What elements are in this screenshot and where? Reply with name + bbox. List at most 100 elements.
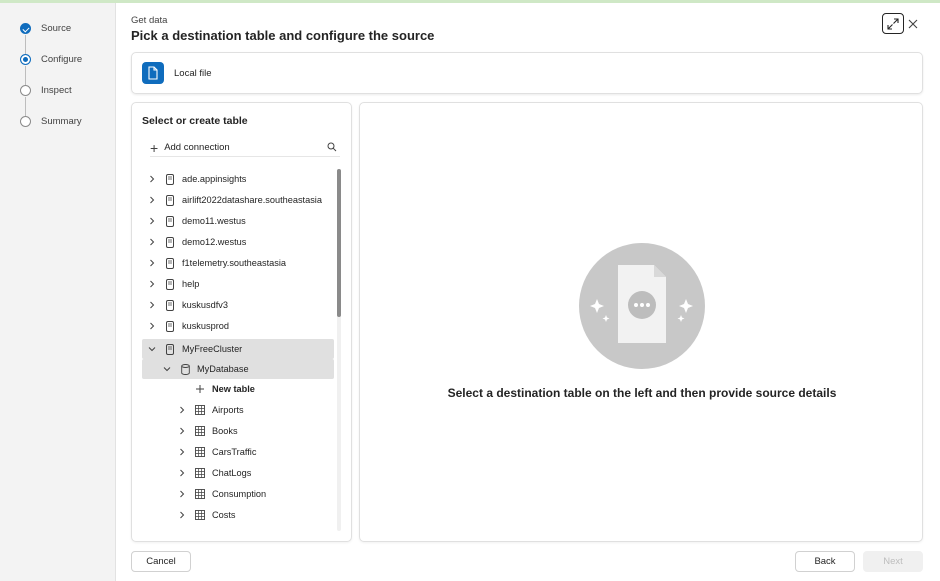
chevron-right-icon[interactable] xyxy=(146,238,158,246)
chevron-right-icon[interactable] xyxy=(176,427,188,435)
tree-item-cluster[interactable]: kuskusprod xyxy=(142,316,334,336)
table-icon xyxy=(194,447,206,457)
back-button[interactable]: Back xyxy=(795,551,855,572)
chevron-right-icon[interactable] xyxy=(146,175,158,183)
plus-icon xyxy=(194,384,206,394)
tree-item-table[interactable]: Airports xyxy=(142,400,334,420)
next-button[interactable]: Next xyxy=(863,551,923,572)
step-label: Summary xyxy=(41,116,82,127)
chevron-down-icon[interactable] xyxy=(146,346,158,352)
add-connection-label: Add connection xyxy=(164,142,230,153)
cluster-icon xyxy=(164,320,176,332)
dialog-title: Pick a destination table and configure t… xyxy=(131,28,435,43)
cluster-icon xyxy=(164,215,176,227)
cluster-icon xyxy=(164,194,176,206)
file-icon xyxy=(142,62,164,84)
cluster-icon xyxy=(164,236,176,248)
step-pending-icon xyxy=(20,85,31,96)
tree-item-cluster[interactable]: kuskusdfv3 xyxy=(142,295,334,315)
tree-item-cluster[interactable]: ade.appinsights xyxy=(142,169,334,189)
tree-item-cluster[interactable]: airlift2022datashare.southeastasia xyxy=(142,190,334,210)
search-icon[interactable] xyxy=(327,142,337,152)
empty-state-illustration xyxy=(579,243,705,369)
table-icon xyxy=(194,510,206,520)
chevron-right-icon[interactable] xyxy=(146,301,158,309)
tree-item-label: Books xyxy=(212,426,238,436)
step-pending-icon xyxy=(20,116,31,127)
tree-item-label: demo11.westus xyxy=(182,216,246,226)
step-summary[interactable]: Summary xyxy=(20,116,82,127)
chevron-right-icon[interactable] xyxy=(146,322,158,330)
chevron-down-icon[interactable] xyxy=(161,366,173,372)
chevron-right-icon[interactable] xyxy=(176,511,188,519)
table-icon xyxy=(194,405,206,415)
cluster-icon xyxy=(164,343,176,355)
plus-icon: + xyxy=(150,139,159,156)
get-data-dialog: Get data Pick a destination table and co… xyxy=(116,3,940,581)
cluster-icon xyxy=(164,173,176,185)
tree-scrollbar[interactable] xyxy=(337,169,341,531)
source-label: Local file xyxy=(174,67,212,79)
tree-item-label: demo12.westus xyxy=(182,237,247,247)
tree-item-label: kuskusprod xyxy=(182,321,229,331)
wizard-stepper: Source Configure Inspect Summary xyxy=(0,3,116,581)
database-icon xyxy=(179,363,191,375)
step-label: Configure xyxy=(41,54,83,65)
step-connector xyxy=(25,66,26,86)
tree-item-table[interactable]: Consumption xyxy=(142,484,334,504)
cancel-button[interactable]: Cancel xyxy=(131,551,191,572)
tree-item-label: ade.appinsights xyxy=(182,174,247,184)
tree-item-label: ChatLogs xyxy=(212,468,252,478)
table-icon xyxy=(194,468,206,478)
step-label: Source xyxy=(41,23,72,34)
tree-item-label: airlift2022datashare.southeastasia xyxy=(182,195,322,205)
chevron-right-icon[interactable] xyxy=(146,259,158,267)
chevron-right-icon[interactable] xyxy=(176,490,188,498)
tree-item-table[interactable]: Costs xyxy=(142,505,334,525)
chevron-right-icon[interactable] xyxy=(176,469,188,477)
tree-item-table[interactable]: Books xyxy=(142,421,334,441)
tree-item-cluster[interactable]: f1telemetry.southeastasia xyxy=(142,253,334,273)
close-icon xyxy=(908,19,918,28)
step-connector xyxy=(25,35,26,55)
tree-item-label: Consumption xyxy=(212,489,267,499)
chevron-right-icon[interactable] xyxy=(146,217,158,225)
tree-item-cluster[interactable]: help xyxy=(142,274,334,294)
tree-item-label: MyDatabase xyxy=(197,364,249,374)
tree-item-label: Costs xyxy=(212,510,236,520)
step-configure[interactable]: Configure xyxy=(20,54,82,65)
expand-button[interactable] xyxy=(882,13,904,34)
step-current-icon xyxy=(20,54,31,65)
tree-item-label: CarsTraffic xyxy=(212,447,257,457)
cluster-icon xyxy=(164,299,176,311)
close-button[interactable] xyxy=(905,13,921,34)
step-connector xyxy=(25,97,26,117)
expand-icon xyxy=(887,17,899,30)
cluster-icon xyxy=(164,278,176,290)
tree-item-cluster[interactable]: demo12.westus xyxy=(142,232,334,252)
scrollbar-thumb[interactable] xyxy=(337,169,341,317)
tree-item-cluster[interactable]: demo11.westus xyxy=(142,211,334,231)
chevron-right-icon[interactable] xyxy=(176,406,188,414)
dialog-eyebrow: Get data xyxy=(131,15,168,26)
step-source[interactable]: Source xyxy=(20,23,71,34)
tree-item-table[interactable]: CarsTraffic xyxy=(142,442,334,462)
chevron-right-icon[interactable] xyxy=(146,196,158,204)
tree-item-database[interactable]: MyDatabase xyxy=(142,359,334,379)
chevron-right-icon[interactable] xyxy=(146,280,158,288)
add-connection-button[interactable]: + Add connection xyxy=(150,139,340,157)
table-picker-panel: Select or create table + Add connection … xyxy=(131,102,352,542)
tree-item-table[interactable]: ChatLogs xyxy=(142,463,334,483)
step-inspect[interactable]: Inspect xyxy=(20,85,72,96)
tree-item-new-table[interactable]: New table xyxy=(142,379,334,399)
tree-item-label: f1telemetry.southeastasia xyxy=(182,258,287,268)
tree-item-label: kuskusdfv3 xyxy=(182,300,228,310)
tree-item-label: Airports xyxy=(212,405,244,415)
source-details-panel: Select a destination table on the left a… xyxy=(359,102,923,542)
tree-item-cluster[interactable]: MyFreeCluster xyxy=(142,339,334,359)
panel-title: Select or create table xyxy=(142,115,248,127)
table-icon xyxy=(194,489,206,499)
chevron-right-icon[interactable] xyxy=(176,448,188,456)
tree-item-label: New table xyxy=(212,384,255,394)
source-card[interactable]: Local file xyxy=(131,52,923,94)
